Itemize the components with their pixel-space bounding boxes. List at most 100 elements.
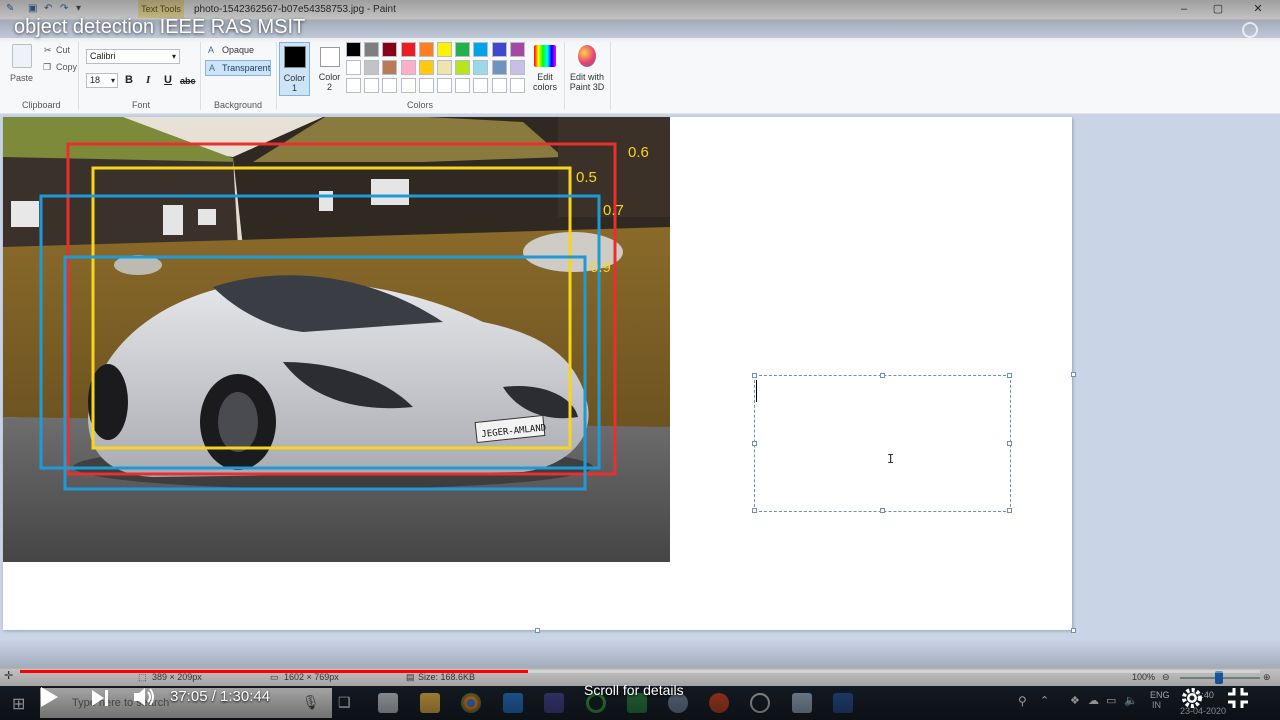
palette-color-swatch[interactable] — [364, 42, 380, 57]
word-icon[interactable] — [833, 693, 853, 713]
cut-button[interactable]: Cut — [56, 45, 70, 55]
next-video-icon[interactable] — [90, 688, 110, 708]
zoom-out-icon[interactable]: ⊖ — [1162, 672, 1170, 683]
font-family-select[interactable]: Calibri ▾ — [86, 49, 180, 64]
exit-fullscreen-icon[interactable] — [1226, 686, 1250, 710]
italic-button[interactable]: I — [146, 74, 150, 86]
canvas-resize-handle-right[interactable] — [1071, 372, 1076, 377]
maximize-icon[interactable]: ▢ — [1208, 2, 1228, 16]
file-explorer-icon[interactable] — [420, 693, 440, 713]
minimize-icon[interactable]: – — [1174, 2, 1194, 16]
palette-color-swatch[interactable] — [455, 60, 471, 75]
save-icon[interactable]: ▣ — [28, 3, 37, 14]
canvas-resize-handle-bottom[interactable] — [535, 628, 540, 633]
palette-color-swatch[interactable] — [437, 60, 452, 75]
ribbon-separator — [610, 42, 611, 110]
palette-color-swatch[interactable] — [364, 60, 380, 75]
palette-empty-swatch[interactable] — [455, 78, 471, 93]
palette-color-swatch[interactable] — [382, 60, 398, 75]
volume-tray-icon[interactable]: 🔈 — [1124, 694, 1138, 707]
video-title[interactable]: object detection IEEE RAS MSIT — [14, 16, 305, 39]
textbox-handle-tr[interactable] — [1007, 373, 1012, 378]
browser-icon[interactable] — [750, 693, 770, 713]
undo-icon[interactable]: ↶ — [44, 3, 52, 14]
dropbox-icon[interactable]: ❖ — [1070, 694, 1080, 707]
customize-toolbar-icon[interactable]: ▾ — [76, 3, 81, 14]
palette-color-swatch[interactable] — [346, 60, 361, 75]
palette-color-swatch[interactable] — [491, 60, 507, 75]
palette-empty-swatch[interactable] — [400, 78, 416, 93]
canvas-resize-handle-corner[interactable] — [1071, 628, 1076, 633]
copy-icon[interactable]: ❐ — [43, 62, 51, 73]
color2-button[interactable]: Color 2 — [314, 42, 345, 96]
battery-icon[interactable]: ▭ — [1106, 694, 1116, 707]
palette-color-swatch[interactable] — [437, 42, 452, 57]
edit-with-paint3d-button[interactable]: Edit with Paint 3D — [568, 42, 606, 96]
language-indicator[interactable]: ENG IN — [1150, 690, 1170, 710]
textbox-handle-t[interactable] — [880, 373, 885, 378]
mail-icon[interactable] — [378, 693, 398, 713]
scissors-icon[interactable]: ✂ — [44, 45, 52, 56]
textbox-handle-b[interactable] — [880, 508, 885, 513]
palette-color-swatch[interactable] — [418, 42, 434, 57]
tray-expand-icon[interactable]: ⌃ — [1040, 694, 1049, 707]
text-caret — [756, 380, 757, 402]
palette-color-swatch[interactable] — [473, 60, 489, 75]
palette-empty-swatch[interactable] — [509, 78, 525, 93]
textbox-handle-tl[interactable] — [752, 373, 757, 378]
zoom-in-icon[interactable]: ⊕ — [1263, 672, 1271, 683]
palette-color-swatch[interactable] — [346, 42, 361, 57]
copy-button[interactable]: Copy — [56, 62, 77, 72]
chrome-icon[interactable] — [461, 693, 481, 713]
palette-empty-swatch[interactable] — [437, 78, 452, 93]
palette-empty-swatch[interactable] — [364, 78, 380, 93]
underline-button[interactable]: U — [164, 74, 172, 86]
info-icon[interactable] — [1242, 22, 1258, 38]
textbox-handle-l[interactable] — [752, 441, 757, 446]
palette-empty-swatch[interactable] — [418, 78, 434, 93]
image-size: 1602 × 769px — [284, 672, 339, 682]
windows-start-icon[interactable]: ⊞ — [12, 694, 25, 714]
palette-empty-swatch[interactable] — [346, 78, 361, 93]
palette-color-swatch[interactable] — [400, 60, 416, 75]
font-size-select[interactable]: 18 ▾ — [86, 73, 118, 88]
color1-button[interactable]: Color 1 — [279, 42, 310, 96]
color2-label: Color — [318, 72, 341, 82]
task-view-icon[interactable]: ❑ — [338, 694, 351, 711]
apps-icon[interactable] — [544, 693, 564, 713]
opaque-button[interactable]: A Opaque — [206, 43, 266, 57]
palette-empty-swatch[interactable] — [473, 78, 489, 93]
palette-color-swatch[interactable] — [491, 42, 507, 57]
palette-color-swatch[interactable] — [455, 42, 471, 57]
bold-button[interactable]: B — [125, 74, 133, 86]
photos-icon[interactable] — [792, 693, 812, 713]
paste-button[interactable]: Paste — [10, 73, 33, 83]
scroll-for-details-hint[interactable]: Scroll for details — [584, 682, 684, 698]
paste-icon[interactable] — [12, 44, 32, 68]
vscode-icon[interactable] — [503, 693, 523, 713]
strikethrough-button[interactable]: abc — [180, 76, 196, 86]
transparent-button[interactable]: A Transparent — [205, 60, 271, 76]
edit-colors-button[interactable]: Edit colors — [530, 42, 560, 96]
people-icon[interactable]: ⚲ — [1018, 694, 1027, 708]
settings-gear-icon[interactable] — [1180, 686, 1204, 710]
close-icon[interactable]: ✕ — [1248, 2, 1268, 16]
redo-icon[interactable]: ↷ — [60, 3, 68, 14]
palette-color-swatch[interactable] — [382, 42, 398, 57]
microphone-icon[interactable]: 🎙 — [302, 694, 320, 711]
palette-empty-swatch[interactable] — [382, 78, 398, 93]
palette-color-swatch[interactable] — [473, 42, 489, 57]
textbox-handle-r[interactable] — [1007, 441, 1012, 446]
palette-color-swatch[interactable] — [509, 42, 525, 57]
palette-empty-swatch[interactable] — [491, 78, 507, 93]
palette-color-swatch[interactable] — [400, 42, 416, 57]
cloud-icon[interactable]: ☁ — [1088, 694, 1099, 707]
play-icon[interactable] — [38, 686, 60, 708]
textbox-handle-bl[interactable] — [752, 508, 757, 513]
powerpoint-icon[interactable] — [709, 693, 729, 713]
textbox-handle-br[interactable] — [1007, 508, 1012, 513]
volume-icon[interactable] — [132, 686, 156, 708]
palette-color-swatch[interactable] — [418, 60, 434, 75]
palette-color-swatch[interactable] — [509, 60, 525, 75]
text-box-selection[interactable] — [752, 373, 1012, 513]
